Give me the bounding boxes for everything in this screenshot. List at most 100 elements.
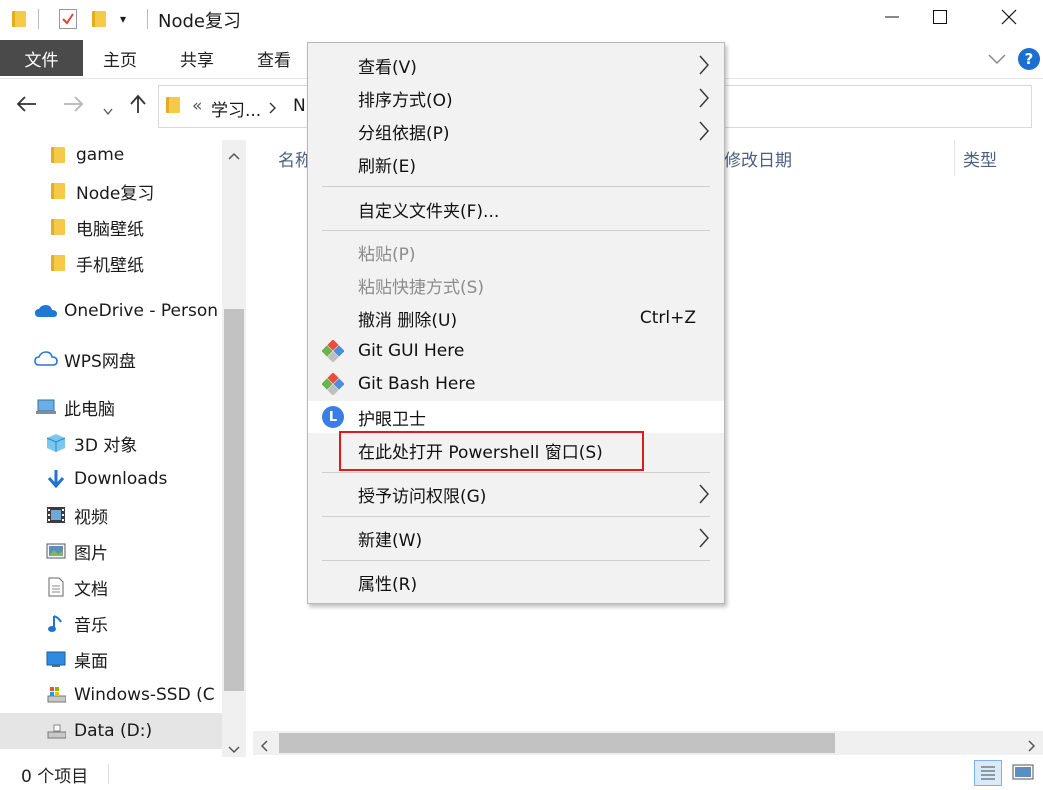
download-icon <box>46 469 66 489</box>
sidebar-item-label: Downloads <box>74 469 168 489</box>
sidebar-item-label: game <box>76 145 125 165</box>
menu-item-git-gui[interactable]: Git GUI Here <box>308 335 724 367</box>
menu-item-sort[interactable]: 排序方式(O) <box>308 82 724 114</box>
close-icon <box>1001 9 1017 30</box>
recent-locations-icon[interactable] <box>103 101 113 121</box>
tab-file[interactable]: 文件 <box>0 40 83 76</box>
menu-item-label: 刷新(E) <box>358 156 417 177</box>
sidebar-item-label: 电脑壁纸 <box>76 219 144 240</box>
sidebar-item-onedrive[interactable]: OneDrive - Person <box>0 293 222 329</box>
menu-item-label: 粘贴(P) <box>358 244 416 265</box>
tab-share[interactable]: 共享 <box>180 40 214 76</box>
sidebar-item-node[interactable]: Node复习 <box>0 173 222 209</box>
sidebar-item-label: Node复习 <box>76 183 155 204</box>
menu-item-label: Git GUI Here <box>358 341 465 361</box>
menu-item-git-bash[interactable]: Git Bash Here <box>308 368 724 400</box>
expand-ribbon-icon[interactable] <box>988 50 1006 70</box>
menu-item-group[interactable]: 分组依据(P) <box>308 115 724 147</box>
sidebar-item-drive-c[interactable]: Windows-SSD (C <box>0 677 222 713</box>
menu-item-undo-delete[interactable]: 撤消 删除(U) Ctrl+Z <box>308 302 724 334</box>
sidebar-item-label: Windows-SSD (C <box>74 685 215 705</box>
cube-icon <box>46 433 66 453</box>
sidebar-item-music[interactable]: 音乐 <box>0 605 222 641</box>
sidebar-scrollbar-thumb[interactable] <box>224 309 244 691</box>
menu-item-label: Git Bash Here <box>358 374 476 394</box>
sidebar-item-pc-wallpaper[interactable]: 电脑壁纸 <box>0 209 222 245</box>
sidebar-item-wps[interactable]: WPS网盘 <box>0 341 222 377</box>
menu-item-grant-access[interactable]: 授予访问权限(G) <box>308 478 724 510</box>
sidebar-item-pictures[interactable]: 图片 <box>0 533 222 569</box>
menu-separator <box>322 560 710 561</box>
scroll-down-icon[interactable] <box>228 739 240 759</box>
sidebar-item-this-pc[interactable]: 此电脑 <box>0 389 222 425</box>
music-icon <box>46 613 66 633</box>
sidebar-item-desktop[interactable]: 桌面 <box>0 641 222 677</box>
drive-icon <box>46 685 66 705</box>
details-view-button[interactable] <box>974 760 1002 786</box>
menu-item-properties[interactable]: 属性(R) <box>308 566 724 598</box>
chevron-down-icon[interactable]: ▾ <box>120 12 126 26</box>
menu-item-refresh[interactable]: 刷新(E) <box>308 148 724 180</box>
new-folder-icon[interactable] <box>92 11 106 27</box>
maximize-button[interactable] <box>917 0 963 38</box>
menu-item-label: 属性(R) <box>358 574 418 595</box>
video-icon <box>46 505 66 525</box>
git-icon <box>321 339 345 363</box>
menu-item-customize-folder[interactable]: 自定义文件夹(F)... <box>308 193 724 225</box>
folder-icon <box>48 253 68 273</box>
sidebar-item-drive-d[interactable]: Data (D:) <box>0 713 222 749</box>
sidebar-item-label: WPS网盘 <box>64 351 136 372</box>
column-header-type[interactable]: 类型 <box>963 146 997 171</box>
menu-item-label: 查看(V) <box>358 57 417 78</box>
help-button[interactable]: ? <box>1018 48 1040 70</box>
close-button[interactable] <box>986 0 1032 38</box>
scroll-up-icon[interactable] <box>228 145 240 165</box>
menu-item-label: 授予访问权限(G) <box>358 486 487 507</box>
content-scrollbar-thumb[interactable] <box>279 733 835 753</box>
tab-home[interactable]: 主页 <box>103 40 137 76</box>
forward-arrow-icon[interactable] <box>62 94 84 118</box>
menu-item-shortcut: Ctrl+Z <box>639 308 696 328</box>
back-arrow-icon[interactable] <box>16 94 38 118</box>
sidebar-item-label: 图片 <box>74 543 108 564</box>
maximize-icon <box>933 9 947 29</box>
sidebar-item-3d-objects[interactable]: 3D 对象 <box>0 425 222 461</box>
menu-item-eye-care[interactable]: L 护眼卫士 <box>308 401 724 433</box>
sidebar-item-phone-wallpaper[interactable]: 手机壁纸 <box>0 245 222 281</box>
menu-item-paste[interactable]: 粘贴(P) <box>308 236 724 268</box>
sidebar-item-videos[interactable]: 视频 <box>0 497 222 533</box>
column-divider[interactable] <box>954 140 955 176</box>
tab-view[interactable]: 查看 <box>257 40 291 76</box>
divider <box>38 9 39 29</box>
breadcrumb-item[interactable]: 学习... <box>211 96 261 121</box>
sidebar-item-label: OneDrive - Person <box>64 301 219 321</box>
sidebar-item-documents[interactable]: 文档 <box>0 569 222 605</box>
column-header-modified[interactable]: 修改日期 <box>724 146 792 171</box>
sidebar-item-label: 视频 <box>74 507 108 528</box>
scroll-left-icon[interactable] <box>260 737 268 757</box>
scroll-right-icon[interactable] <box>1028 737 1036 757</box>
breadcrumb-overflow[interactable]: « <box>192 96 202 116</box>
folder-icon <box>12 11 26 27</box>
sidebar-item-downloads[interactable]: Downloads <box>0 461 222 497</box>
chevron-right-icon <box>698 528 710 553</box>
folder-icon <box>48 145 68 165</box>
menu-item-paste-shortcut[interactable]: 粘贴快捷方式(S) <box>308 269 724 301</box>
menu-item-label: 分组依据(P) <box>358 123 450 144</box>
minimize-button[interactable] <box>869 0 915 38</box>
menu-item-new[interactable]: 新建(W) <box>308 522 724 554</box>
sidebar-item-game[interactable]: game <box>0 137 222 173</box>
menu-item-view[interactable]: 查看(V) <box>308 49 724 81</box>
large-icons-view-button[interactable] <box>1010 760 1038 786</box>
chevron-right-icon <box>698 121 710 146</box>
status-item-count: 0 个项目 <box>21 767 89 787</box>
picture-icon <box>46 541 66 561</box>
sidebar-item-label: 桌面 <box>74 651 108 672</box>
up-arrow-icon[interactable] <box>129 94 147 119</box>
menu-item-label: 自定义文件夹(F)... <box>358 201 500 222</box>
eye-care-icon: L <box>322 406 344 428</box>
details-view-icon <box>975 766 1001 790</box>
chevron-right-icon[interactable] <box>269 99 277 119</box>
properties-icon[interactable] <box>59 9 77 29</box>
breadcrumb-item[interactable]: N <box>293 96 306 116</box>
